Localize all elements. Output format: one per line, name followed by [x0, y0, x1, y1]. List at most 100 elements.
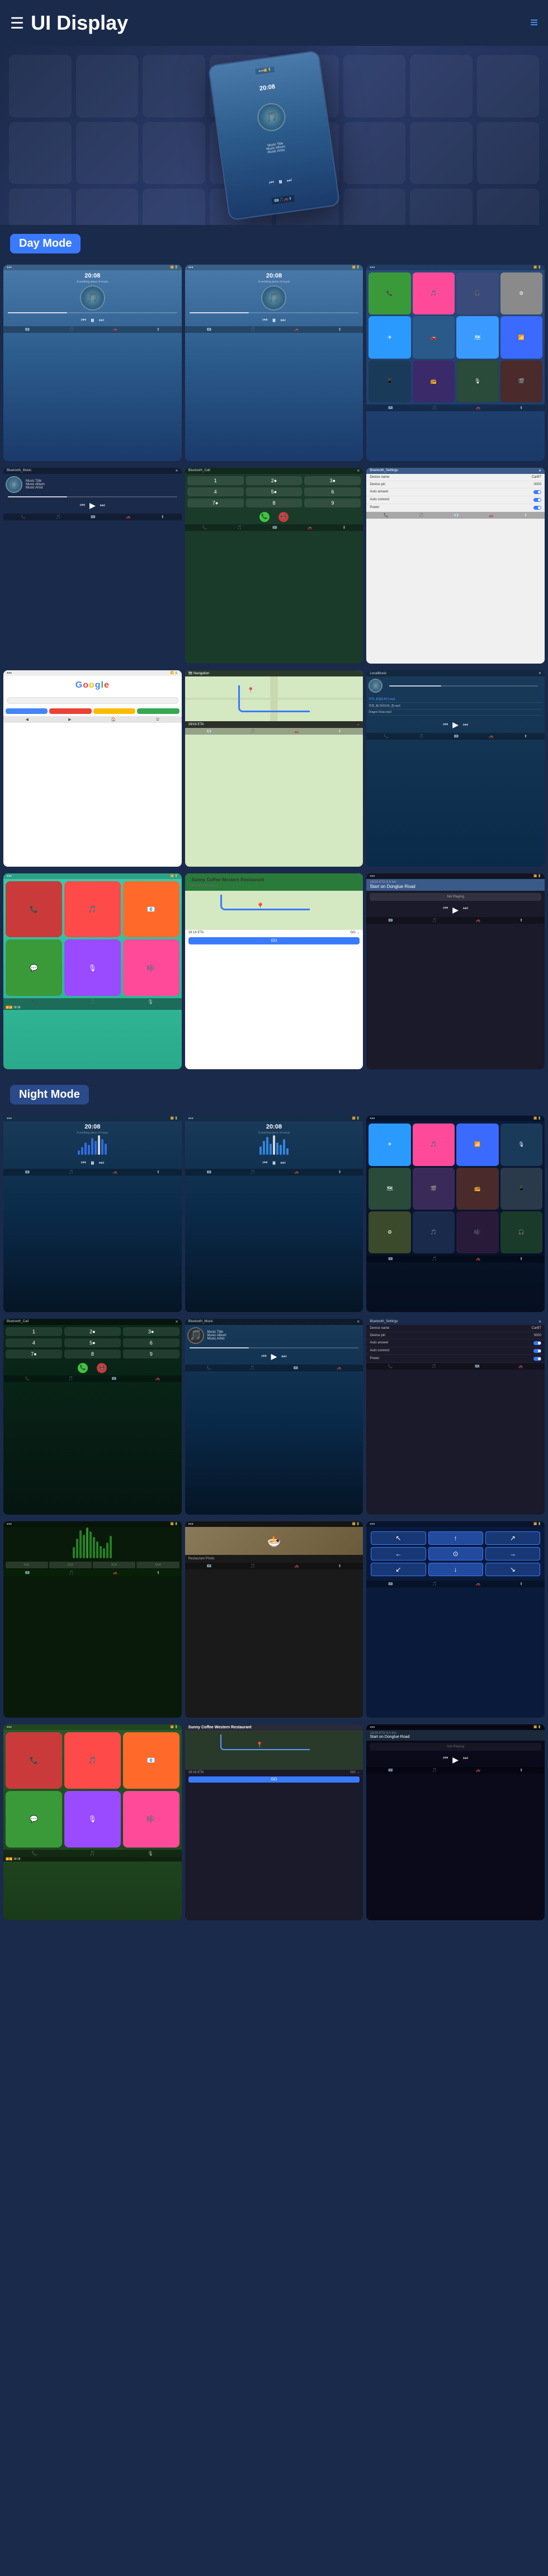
auto-connect-toggle[interactable] — [533, 498, 541, 502]
bookmark-3[interactable] — [93, 708, 135, 714]
night-nav-next[interactable]: ⏭ — [463, 1755, 468, 1765]
local-play[interactable]: ▶ — [452, 720, 459, 730]
night-settings-auto-connect[interactable]: Auto connect — [366, 1347, 545, 1355]
night-key-2[interactable]: 2● — [64, 1327, 121, 1336]
night-app-2[interactable]: 🗺 — [369, 1168, 410, 1210]
dock-music[interactable]: 🎵 — [89, 999, 95, 1004]
eq-preset-2[interactable]: EQ2 — [49, 1562, 92, 1568]
dock-podcast[interactable]: 🎙 — [148, 999, 153, 1004]
night-call-btn[interactable]: 📞 — [78, 1363, 88, 1373]
day-play-2[interactable]: ⏸ — [272, 316, 276, 325]
ios-phone[interactable]: 📞 — [6, 881, 62, 938]
day-next-2[interactable]: ⏭ — [280, 317, 285, 323]
key-3[interactable]: 3● — [304, 476, 361, 485]
night-ios-music2[interactable]: 🎼 — [123, 1791, 179, 1848]
night-nav-prev[interactable]: ⏮ — [443, 1755, 448, 1765]
night-nav-play[interactable]: ▶ — [452, 1755, 459, 1765]
local-next[interactable]: ⏭ — [463, 722, 468, 728]
night-auto-connect-toggle[interactable] — [533, 1349, 541, 1353]
night-key-5[interactable]: 5● — [64, 1338, 121, 1347]
night-prev-2[interactable]: ⏮ — [262, 1160, 267, 1166]
night-dock-music[interactable]: 🎵 — [89, 1851, 95, 1856]
night-app-6[interactable]: ⚙ — [369, 1211, 410, 1253]
ios-music[interactable]: 🎵 — [64, 881, 121, 938]
app-icon-settings[interactable]: ⚙ — [500, 272, 542, 314]
nav-play[interactable]: ▶ — [452, 905, 459, 915]
key-4[interactable]: 4 — [187, 487, 244, 496]
settings-auto-answer[interactable]: Auto answer — [366, 488, 545, 496]
night-key-3[interactable]: 3● — [123, 1327, 179, 1336]
go-button[interactable]: GO — [188, 937, 360, 944]
night-play-1[interactable]: ⏸ — [91, 1158, 95, 1168]
nav-prev[interactable]: ⏮ — [443, 905, 448, 915]
nav-arrow-center[interactable]: ⊙ — [428, 1547, 483, 1560]
app-icon-5[interactable]: 🎙 — [456, 360, 498, 402]
night-app-7[interactable]: 🎵 — [413, 1211, 455, 1253]
night-app-telegram[interactable]: ✈ — [369, 1124, 410, 1165]
menu-icon[interactable]: ☰ — [10, 14, 24, 32]
power-toggle[interactable] — [533, 506, 541, 510]
ios-podcast[interactable]: 🎙 — [64, 939, 121, 996]
app-icon-2[interactable]: 🚗 — [413, 316, 455, 358]
night-app-4[interactable]: 📻 — [456, 1168, 498, 1210]
night-ios-podcast[interactable]: 🎙 — [64, 1791, 121, 1848]
settings-power[interactable]: Power — [366, 504, 545, 512]
night-key-4[interactable]: 4 — [6, 1338, 62, 1347]
app-icon-3[interactable]: 📱 — [369, 360, 410, 402]
bookmark-4[interactable] — [137, 708, 179, 714]
night-bt-play[interactable]: ▶ — [271, 1352, 277, 1361]
night-next-1[interactable]: ⏭ — [99, 1160, 104, 1166]
night-app-8[interactable]: 🎼 — [456, 1211, 498, 1253]
night-app-5[interactable]: 📱 — [500, 1168, 542, 1210]
night-key-7[interactable]: 7● — [6, 1350, 62, 1358]
app-icon-1[interactable]: 🎧 — [456, 272, 498, 314]
nav-arrow-sw[interactable]: ↙ — [371, 1563, 426, 1576]
night-play-2[interactable]: ⏸ — [272, 1158, 276, 1168]
night-dock-podcast[interactable]: 🎙 — [148, 1851, 153, 1856]
nav-arrow-n[interactable]: ↑ — [428, 1531, 483, 1545]
key-1[interactable]: 1 — [187, 476, 244, 485]
night-key-6[interactable]: 6 — [123, 1338, 179, 1347]
nav-arrow-e[interactable]: → — [485, 1547, 540, 1560]
nav-icon[interactable]: ≡ — [530, 15, 538, 31]
ios-messages[interactable]: 💬 — [6, 939, 62, 996]
night-key-9[interactable]: 9 — [123, 1350, 179, 1358]
night-bt-next[interactable]: ⏭ — [281, 1353, 286, 1360]
bookmark-2[interactable] — [49, 708, 91, 714]
bt-prev[interactable]: ⏮ — [80, 502, 85, 509]
app-icon-6[interactable]: 🎬 — [500, 360, 542, 402]
bt-next[interactable]: ⏭ — [100, 502, 105, 509]
night-app-1[interactable]: 🎙 — [500, 1124, 542, 1165]
key-2[interactable]: 2● — [246, 476, 303, 485]
night-app-9[interactable]: 🎧 — [500, 1211, 542, 1253]
night-app-music[interactable]: 🎵 — [413, 1124, 455, 1165]
night-end-btn[interactable]: 📵 — [97, 1363, 107, 1373]
app-icon-bt[interactable]: 📶 — [500, 316, 542, 358]
nav-arrow-s[interactable]: ↓ — [428, 1563, 483, 1576]
nav-next[interactable]: ⏭ — [463, 905, 468, 915]
end-call-btn[interactable]: 📵 — [278, 512, 289, 522]
ios-music2[interactable]: 🎼 — [123, 939, 179, 996]
local-prev[interactable]: ⏮ — [443, 722, 448, 728]
call-btn[interactable]: 📞 — [259, 512, 270, 522]
night-key-8[interactable]: 8 — [64, 1350, 121, 1358]
settings-auto-connect[interactable]: Auto connect — [366, 496, 545, 504]
app-icon-music[interactable]: 🎵 — [413, 272, 455, 314]
key-8[interactable]: 8 — [246, 499, 303, 507]
night-auto-answer-toggle[interactable] — [533, 1341, 541, 1345]
eq-preset-1[interactable]: EQ1 — [6, 1562, 48, 1568]
night-app-bt[interactable]: 📶 — [456, 1124, 498, 1165]
night-app-3[interactable]: 🎬 — [413, 1168, 455, 1210]
key-6[interactable]: 6 — [304, 487, 361, 496]
nav-arrow-se[interactable]: ↘ — [485, 1563, 540, 1576]
app-icon-phone[interactable]: 📞 — [369, 272, 410, 314]
file-item-2[interactable]: 华年_拟 3月31日_音.mp3 — [369, 703, 542, 709]
night-bt-prev[interactable]: ⏮ — [262, 1353, 267, 1360]
app-icon-telegram[interactable]: ✈ — [369, 316, 410, 358]
nav-arrow-ne[interactable]: ↗ — [485, 1531, 540, 1545]
night-settings-power[interactable]: Power — [366, 1355, 545, 1363]
prev-icon[interactable]: ⏮ — [269, 180, 275, 186]
file-item-3[interactable]: Dragon Rose.mp3 — [369, 709, 542, 716]
night-go-btn[interactable]: GO — [188, 1776, 360, 1783]
night-ios-phone[interactable]: 📞 — [6, 1732, 62, 1789]
